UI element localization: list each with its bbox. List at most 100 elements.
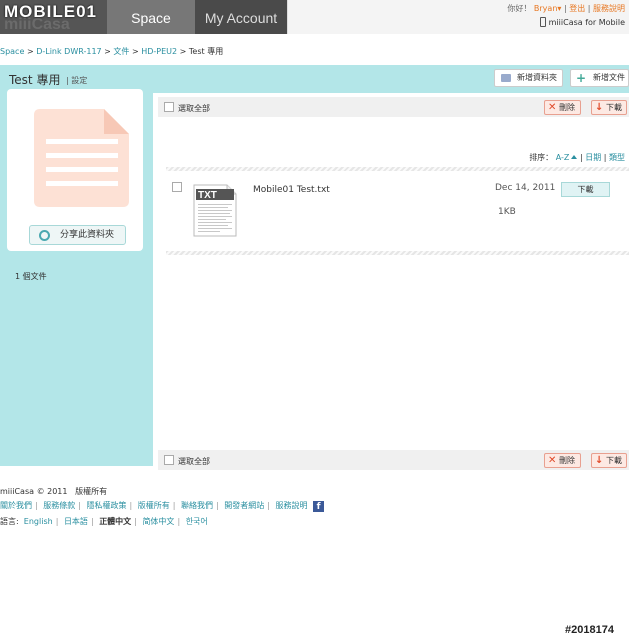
lang-traditional-chinese[interactable]: 正體中文	[99, 517, 131, 526]
help-link[interactable]: 服務說明	[593, 4, 625, 13]
breadcrumb: Space > D-Link DWR-117 > 文件 > HD-PEU2 > …	[0, 46, 223, 57]
file-row-checkbox[interactable]	[172, 182, 182, 192]
sort-up-icon	[571, 155, 578, 159]
file-size: 1KB	[498, 207, 516, 217]
file-download-button[interactable]: 下載	[561, 182, 610, 197]
tab-space[interactable]: Space	[107, 0, 195, 34]
download-button[interactable]: ↓ 下載	[591, 100, 627, 115]
share-folder-button[interactable]: 分享此資料夾	[29, 225, 126, 245]
facebook-icon[interactable]: f	[313, 501, 325, 512]
breadcrumb-item-drive[interactable]: HD-PEU2	[141, 47, 177, 56]
lang-korean[interactable]: 한국어	[186, 517, 208, 526]
sort-az[interactable]: A-Z	[556, 153, 570, 162]
user-links: 你好！ Bryan▾ | 登出 | 服務說明	[507, 3, 625, 14]
separator: |	[90, 517, 94, 526]
file-date: Dec 14, 2011	[495, 183, 556, 193]
lang-simplified-chinese[interactable]: 简体中文	[142, 517, 174, 526]
mobile01-watermark: MOBILE01	[4, 2, 98, 21]
close-icon: ✕	[548, 102, 557, 113]
select-all-label[interactable]: 選取全部	[178, 103, 210, 114]
new-folder-button[interactable]: 新增資料夾	[494, 69, 563, 87]
select-all-label[interactable]: 選取全部	[178, 456, 210, 467]
separator: |	[216, 501, 219, 510]
folder-card: 分享此資料夾	[7, 89, 143, 251]
download-arrow-icon: ↓	[595, 102, 604, 113]
file-type-badge: TXT	[198, 190, 217, 201]
new-file-label: 新增文件	[593, 73, 625, 82]
greeting-text: 你好！	[507, 4, 532, 13]
breadcrumb-separator: >	[104, 47, 111, 56]
footer-link-privacy[interactable]: 隱私權政策	[87, 501, 127, 510]
language-label: 語言:	[0, 517, 19, 526]
mobile-link-label: miiiCasa for Mobile	[548, 18, 625, 27]
delete-label: 刪除	[559, 456, 575, 465]
breadcrumb-item-space[interactable]: Space	[0, 47, 24, 56]
sort-controls: 排序： A-Z | 日期 | 類型	[529, 152, 625, 163]
file-count: 1 個文件	[15, 272, 47, 281]
brand-logo[interactable]: miiiCasa MOBILE01	[0, 0, 107, 34]
breadcrumb-separator: >	[131, 47, 139, 56]
txt-file-icon[interactable]: TXT	[193, 184, 237, 237]
share-folder-label: 分享此資料夾	[60, 230, 115, 240]
plus-icon: +	[576, 71, 587, 85]
sort-date[interactable]: 日期	[585, 153, 601, 162]
chevron-down-icon[interactable]: ▾	[557, 4, 561, 13]
lang-japanese[interactable]: 日本語	[64, 517, 88, 526]
select-all-checkbox[interactable]	[164, 455, 174, 465]
folder-panel: Test 專用 | 設定 新增資料夾 + 新增文件 分享此資料夾 1 個文件 選…	[0, 65, 629, 470]
share-icon	[39, 230, 50, 241]
user-bar: 你好！ Bryan▾ | 登出 | 服務說明 miiiCasa for Mobi…	[287, 0, 629, 34]
sort-type[interactable]: 類型	[609, 153, 625, 162]
delete-button[interactable]: ✕ 刪除	[544, 100, 581, 115]
delete-label: 刪除	[559, 103, 575, 112]
mobile-link[interactable]: miiiCasa for Mobile	[539, 17, 625, 27]
download-arrow-icon: ↓	[595, 455, 604, 466]
folder-settings-link[interactable]: | 設定	[66, 75, 87, 86]
delete-button[interactable]: ✕ 刪除	[544, 453, 581, 468]
download-label: 下載	[606, 456, 622, 465]
lang-english[interactable]: English	[24, 517, 53, 526]
copyright-text: miiiCasa © 2011	[0, 487, 68, 496]
folder-settings-label: 設定	[71, 76, 88, 85]
download-button[interactable]: ↓ 下載	[591, 453, 627, 468]
separator: |	[267, 501, 270, 510]
footer-link-contact[interactable]: 聯絡我們	[181, 501, 213, 510]
new-file-button[interactable]: + 新增文件	[570, 69, 629, 87]
file-toolbar-top: 選取全部 ✕ 刪除 ↓ 下載	[158, 97, 629, 117]
logout-link[interactable]: 登出	[569, 4, 585, 13]
sort-label: 排序：	[529, 153, 554, 162]
footer-link-copyright[interactable]: 版權所有	[138, 501, 170, 510]
folder-icon	[501, 74, 511, 82]
username-menu[interactable]: Bryan	[534, 4, 557, 13]
separator: |	[35, 501, 38, 510]
divider	[166, 251, 629, 255]
rights-text: 版權所有	[75, 487, 108, 496]
separator: |	[129, 501, 133, 510]
separator: |	[177, 517, 181, 526]
separator: |	[134, 517, 137, 526]
file-name[interactable]: Mobile01 Test.txt	[253, 185, 330, 195]
divider	[166, 167, 629, 171]
tab-my-account[interactable]: My Account	[195, 0, 287, 34]
close-icon: ✕	[548, 455, 557, 466]
breadcrumb-separator: >	[26, 47, 34, 56]
breadcrumb-item-documents[interactable]: 文件	[113, 47, 129, 56]
footer-link-terms[interactable]: 服務條款	[43, 501, 75, 510]
language-selector: 語言: English | 日本語 | 正體中文 | 简体中文 | 한국어	[0, 516, 208, 527]
top-nav-bar: miiiCasa MOBILE01 Space My Account 你好！ B…	[0, 0, 629, 34]
footer-links: 關於我們 | 服務條款 | 隱私權政策 | 版權所有 | 聯絡我們 | 開發者網站 | 服務…	[0, 500, 325, 512]
breadcrumb-item-current: Test 專用	[188, 47, 224, 56]
footer-link-developer[interactable]: 開發者網站	[224, 501, 264, 510]
separator: |	[55, 517, 59, 526]
breadcrumb-item-device[interactable]: D-Link DWR-117	[36, 47, 101, 56]
file-toolbar-bottom: 選取全部 ✕ 刪除 ↓ 下載	[158, 450, 629, 470]
footer-link-about[interactable]: 關於我們	[0, 501, 32, 510]
select-all-checkbox[interactable]	[164, 102, 174, 112]
copyright: miiiCasa © 2011 版權所有	[0, 486, 107, 497]
separator: |	[172, 501, 176, 510]
download-label: 下載	[606, 103, 622, 112]
page-title: Test 專用	[9, 73, 61, 87]
breadcrumb-separator: >	[179, 47, 187, 56]
footer-link-help[interactable]: 服務說明	[276, 501, 308, 510]
document-icon	[34, 109, 129, 207]
